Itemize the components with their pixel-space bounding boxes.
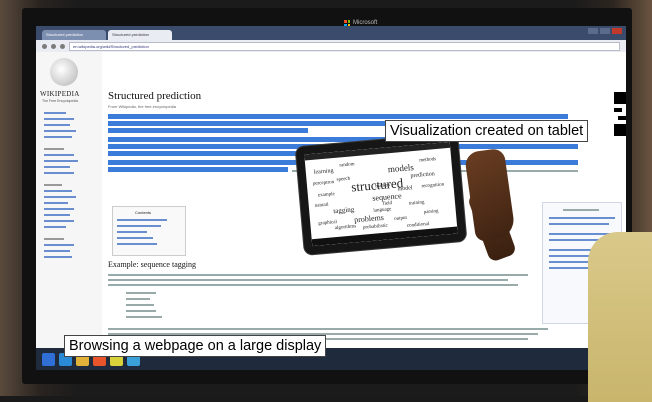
word-cloud-word: field [382, 201, 393, 207]
body-text [108, 284, 518, 286]
highlighted-text[interactable] [108, 114, 568, 119]
sidebar-link[interactable] [44, 256, 72, 258]
sidebar-link[interactable] [44, 112, 66, 114]
sidebar-link[interactable] [44, 250, 70, 252]
word-cloud-word: methods [419, 157, 437, 164]
tablet-screen[interactable]: structured models learning prediction exampl… [304, 141, 458, 247]
infobox-title [563, 209, 599, 211]
back-icon[interactable] [42, 43, 47, 49]
page-title: Structured prediction [108, 90, 202, 102]
word-cloud-word: problems [353, 212, 385, 225]
sidebar-link[interactable] [44, 154, 74, 156]
word-cloud-word: perceptron [312, 180, 335, 187]
sidebar-link[interactable] [44, 226, 66, 228]
table-of-contents: Contents [112, 206, 186, 256]
word-cloud-word: training [408, 200, 425, 207]
sidebar-link[interactable] [44, 130, 76, 132]
toc-title: Contents [135, 210, 152, 215]
highlighted-text[interactable] [108, 128, 308, 133]
minimize-icon[interactable] [588, 28, 598, 34]
word-cloud-word: algorithms [334, 224, 357, 232]
word-cloud-word: tagging [332, 205, 355, 216]
word-cloud-word: conditional [406, 221, 430, 229]
body-text [108, 279, 508, 281]
word-cloud-word: random [339, 162, 355, 169]
sidebar-link[interactable] [44, 220, 74, 222]
example-text [126, 292, 156, 294]
infobox-link[interactable] [549, 223, 609, 225]
sidebar-link[interactable] [44, 214, 70, 216]
wiki-wordmark: WIKIPEDIA [40, 90, 80, 98]
sidebar-link[interactable] [44, 166, 70, 168]
word-cloud-word: example [317, 192, 336, 199]
sidebar-link[interactable] [44, 118, 74, 120]
forward-icon[interactable] [51, 43, 56, 49]
maximize-icon[interactable] [600, 28, 610, 34]
infobox-link[interactable] [549, 217, 615, 219]
browser-tab[interactable]: Structured prediction [42, 30, 106, 40]
word-cloud-word: prediction [410, 171, 436, 180]
toc-item[interactable] [117, 231, 147, 233]
sidebar-link[interactable] [44, 124, 70, 126]
browser-tab-active[interactable]: Structured prediction [108, 30, 172, 40]
example-text [126, 298, 150, 300]
window-controls [584, 26, 626, 36]
caption-display: Browsing a webpage on a large display [64, 335, 327, 357]
caption-tablet: Visualization created on tablet [385, 120, 589, 142]
sidebar-link[interactable] [44, 202, 68, 204]
word-cloud-word: parsing [423, 209, 439, 216]
wiki-tagline: The Free Encyclopedia [42, 99, 78, 103]
close-icon[interactable] [612, 28, 622, 34]
person-arm [588, 232, 652, 402]
toc-item[interactable] [117, 243, 157, 245]
browser-tab-bar: Structured prediction Structured predict… [36, 26, 626, 40]
word-cloud-word: learning [313, 168, 334, 176]
word-cloud: structured models learning prediction exampl… [309, 152, 453, 238]
sidebar-heading [44, 184, 62, 186]
sidebar-heading [44, 148, 64, 150]
example-text [126, 310, 156, 312]
sidebar-link[interactable] [44, 136, 72, 138]
word-cloud-word: speech [336, 176, 351, 183]
word-cloud-word: natural [314, 202, 329, 209]
sidebar-link[interactable] [44, 244, 74, 246]
toc-item[interactable] [117, 237, 153, 239]
example-text [126, 316, 162, 318]
sidebar-link[interactable] [44, 208, 74, 210]
word-cloud-word: probabilistic [362, 223, 389, 231]
body-text [108, 328, 548, 330]
word-cloud-word: model [397, 185, 413, 193]
wiki-sidebar: WIKIPEDIA The Free Encyclopedia [36, 52, 102, 348]
tablet-device[interactable]: structured models learning prediction exampl… [295, 133, 467, 255]
address-bar[interactable]: en.wikipedia.org/wiki/Structured_predict… [69, 41, 620, 51]
reload-icon[interactable] [60, 43, 65, 49]
sidebar-link[interactable] [44, 190, 72, 192]
highlighted-text[interactable] [108, 167, 288, 172]
start-icon[interactable] [42, 352, 55, 366]
sidebar-link[interactable] [44, 160, 78, 162]
page-subtitle: From Wikipedia, the free encyclopedia [108, 104, 177, 109]
section-heading: Example: sequence tagging [108, 260, 196, 269]
word-cloud-word: output [394, 215, 408, 222]
sidebar-heading [44, 238, 64, 240]
body-text [108, 274, 528, 276]
toc-item[interactable] [117, 225, 161, 227]
word-cloud-word: recognition [421, 182, 445, 190]
toc-item[interactable] [117, 219, 167, 221]
word-cloud-word: language [373, 207, 392, 214]
wikipedia-globe-icon[interactable] [50, 58, 78, 86]
sidebar-link[interactable] [44, 172, 74, 174]
example-text [126, 304, 154, 306]
sidebar-link[interactable] [44, 196, 76, 198]
qr-code-icon [614, 92, 626, 136]
